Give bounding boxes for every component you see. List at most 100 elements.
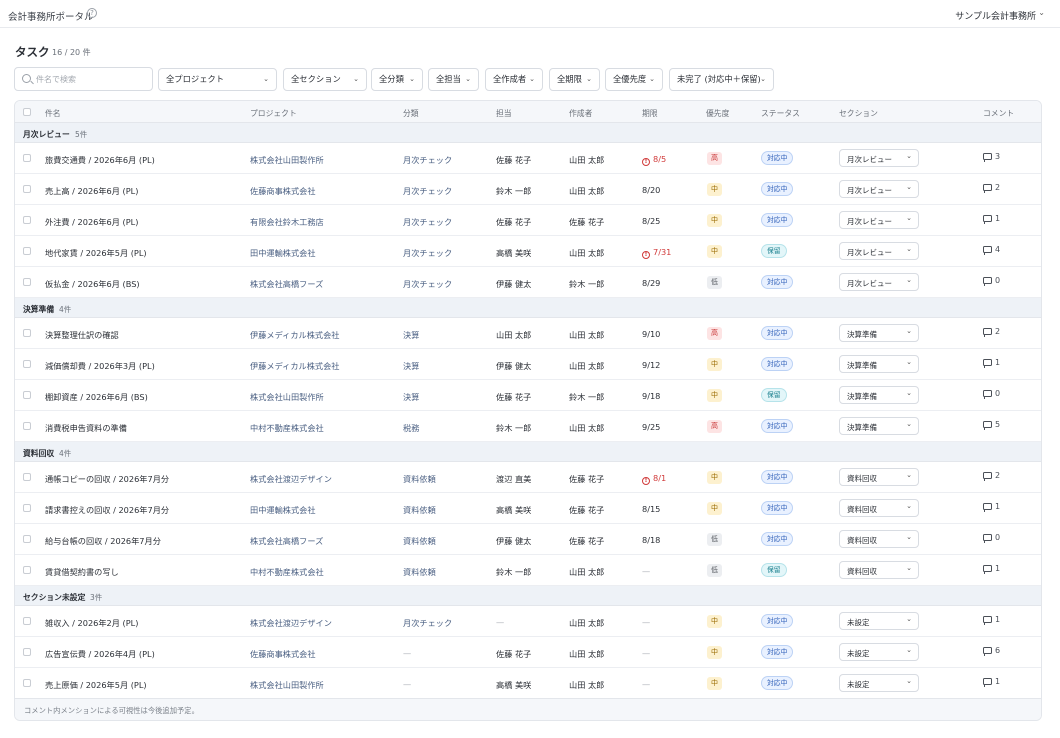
comment-count[interactable]: 2 xyxy=(983,327,1000,337)
column-header-name[interactable]: 件名 xyxy=(45,108,61,119)
section-select[interactable]: 月次レビュー ⌄ xyxy=(839,211,919,229)
project-link[interactable]: 株式会社山田製作所 xyxy=(250,679,324,691)
group-header[interactable]: セクション未設定 3件 xyxy=(15,586,1041,606)
project-link[interactable]: 株式会社渡辺デザイン xyxy=(250,617,332,629)
table-row[interactable]: 請求書控えの回収 / 2026年7月分 田中運輸株式会社 資料依頼 高橋 美咲 佐藤 花… xyxy=(15,493,1041,524)
task-name[interactable]: 決算整理仕訳の確認 xyxy=(45,329,119,341)
task-name[interactable]: 請求書控えの回収 / 2026年7月分 xyxy=(45,504,169,516)
section-select[interactable]: 決算準備 ⌄ xyxy=(839,386,919,404)
project-link[interactable]: 株式会社高橋フーズ xyxy=(250,278,323,290)
task-name[interactable]: 外注費 / 2026年6月 (PL) xyxy=(45,216,138,228)
project-link[interactable]: 株式会社高橋フーズ xyxy=(250,535,323,547)
status-badge[interactable]: 対応中 xyxy=(761,151,794,165)
project-link[interactable]: 有限会社鈴木工務店 xyxy=(250,216,324,228)
table-row[interactable]: 消費税申告資料の準備 中村不動産株式会社 税務 鈴木 一郎 山田 太郎 9/25 高 対応中 決… xyxy=(15,411,1041,442)
comment-count[interactable]: 1 xyxy=(983,564,1000,574)
group-header[interactable]: 月次レビュー 5件 xyxy=(15,123,1041,143)
table-row[interactable]: 決算整理仕訳の確認 伊藤メディカル株式会社 決算 山田 太郎 山田 太郎 9/10 高 対応中… xyxy=(15,318,1041,349)
column-header-status[interactable]: ステータス xyxy=(761,108,800,119)
row-checkbox[interactable] xyxy=(23,247,31,255)
comment-count[interactable]: 5 xyxy=(983,420,1000,430)
comment-count[interactable]: 4 xyxy=(983,245,1000,255)
group-header[interactable]: 資料回収 4件 xyxy=(15,442,1041,462)
table-row[interactable]: 減価償却費 / 2026年3月 (PL) 伊藤メディカル株式会社 決算 伊藤 健太 山田… xyxy=(15,349,1041,380)
row-checkbox[interactable] xyxy=(23,391,31,399)
column-header-section[interactable]: セクション xyxy=(839,108,878,119)
status-badge[interactable]: 対応中 xyxy=(761,501,794,515)
section-select[interactable]: 未設定 ⌄ xyxy=(839,643,919,661)
help-icon[interactable]: ? xyxy=(87,8,97,18)
comment-count[interactable]: 6 xyxy=(983,646,1000,656)
column-header-due[interactable]: 期限 xyxy=(642,108,658,119)
status-badge[interactable]: 対応中 xyxy=(761,532,794,546)
search-input[interactable] xyxy=(36,73,146,86)
section-select[interactable]: 資料回収 ⌄ xyxy=(839,468,919,486)
project-link[interactable]: 田中運輸株式会社 xyxy=(250,247,316,259)
task-name[interactable]: 雑収入 / 2026年2月 (PL) xyxy=(45,617,138,629)
comment-count[interactable]: 1 xyxy=(983,502,1000,512)
filter-dropdown[interactable]: 全分類 ⌄ xyxy=(371,68,423,91)
task-name[interactable]: 通帳コピーの回収 / 2026年7月分 xyxy=(45,473,169,485)
project-link[interactable]: 株式会社山田製作所 xyxy=(250,154,324,166)
row-checkbox[interactable] xyxy=(23,185,31,193)
section-select[interactable]: 決算準備 ⌄ xyxy=(839,417,919,435)
row-checkbox[interactable] xyxy=(23,360,31,368)
comment-count[interactable]: 1 xyxy=(983,677,1000,687)
comment-count[interactable]: 1 xyxy=(983,214,1000,224)
search-box[interactable] xyxy=(14,67,153,91)
row-checkbox[interactable] xyxy=(23,617,31,625)
table-row[interactable]: 外注費 / 2026年6月 (PL) 有限会社鈴木工務店 月次チェック 佐藤 花子 佐藤… xyxy=(15,205,1041,236)
row-checkbox[interactable] xyxy=(23,278,31,286)
column-header-author[interactable]: 作成者 xyxy=(569,108,592,119)
status-badge[interactable]: 対応中 xyxy=(761,470,794,484)
group-header[interactable]: 決算準備 4件 xyxy=(15,298,1041,318)
section-select[interactable]: 決算準備 ⌄ xyxy=(839,324,919,342)
table-row[interactable]: 通帳コピーの回収 / 2026年7月分 株式会社渡辺デザイン 資料依頼 渡辺 直美 佐藤… xyxy=(15,462,1041,493)
comment-count[interactable]: 2 xyxy=(983,183,1000,193)
row-checkbox[interactable] xyxy=(23,422,31,430)
row-checkbox[interactable] xyxy=(23,648,31,656)
table-row[interactable]: 売上原価 / 2026年5月 (PL) 株式会社山田製作所 — 高橋 美咲 山田 太郎 —… xyxy=(15,668,1041,699)
task-name[interactable]: 地代家賃 / 2026年5月 (PL) xyxy=(45,247,147,259)
table-row[interactable]: 仮払金 / 2026年6月 (BS) 株式会社高橋フーズ 月次チェック 伊藤 健太 鈴木… xyxy=(15,267,1041,298)
row-checkbox[interactable] xyxy=(23,504,31,512)
status-badge[interactable]: 対応中 xyxy=(761,357,794,371)
filter-dropdown[interactable]: 全プロジェクト ⌄ xyxy=(158,68,277,91)
task-name[interactable]: 旅費交通費 / 2026年6月 (PL) xyxy=(45,154,155,166)
table-row[interactable]: 広告宣伝費 / 2026年4月 (PL) 佐藤商事株式会社 — 佐藤 花子 山田 太郎 —… xyxy=(15,637,1041,668)
status-badge[interactable]: 保留 xyxy=(761,563,787,577)
status-badge[interactable]: 対応中 xyxy=(761,326,794,340)
status-badge[interactable]: 対応中 xyxy=(761,213,794,227)
table-row[interactable]: 地代家賃 / 2026年5月 (PL) 田中運輸株式会社 月次チェック 高橋 美咲 山田… xyxy=(15,236,1041,267)
section-select[interactable]: 未設定 ⌄ xyxy=(839,612,919,630)
section-select[interactable]: 月次レビュー ⌄ xyxy=(839,149,919,167)
comment-count[interactable]: 0 xyxy=(983,276,1000,286)
section-select[interactable]: 未設定 ⌄ xyxy=(839,674,919,692)
comment-count[interactable]: 1 xyxy=(983,615,1000,625)
row-checkbox[interactable] xyxy=(23,216,31,224)
comment-count[interactable]: 0 xyxy=(983,389,1000,399)
comment-count[interactable]: 0 xyxy=(983,533,1000,543)
task-name[interactable]: 売上高 / 2026年6月 (PL) xyxy=(45,185,138,197)
select-all-checkbox[interactable] xyxy=(23,108,31,116)
project-link[interactable]: 株式会社山田製作所 xyxy=(250,391,324,403)
filter-dropdown[interactable]: 未完了 (対応中＋保留) ⌄ xyxy=(669,68,774,91)
status-badge[interactable]: 対応中 xyxy=(761,275,794,289)
table-row[interactable]: 棚卸資産 / 2026年6月 (BS) 株式会社山田製作所 決算 佐藤 花子 鈴木 一郎… xyxy=(15,380,1041,411)
column-header-comments[interactable]: コメント xyxy=(983,108,1014,119)
task-name[interactable]: 棚卸資産 / 2026年6月 (BS) xyxy=(45,391,148,403)
task-name[interactable]: 広告宣伝費 / 2026年4月 (PL) xyxy=(45,648,155,660)
status-badge[interactable]: 対応中 xyxy=(761,676,794,690)
row-checkbox[interactable] xyxy=(23,535,31,543)
project-link[interactable]: 佐藤商事株式会社 xyxy=(250,648,316,660)
row-checkbox[interactable] xyxy=(23,566,31,574)
filter-dropdown[interactable]: 全期限 ⌄ xyxy=(549,68,600,91)
project-link[interactable]: 伊藤メディカル株式会社 xyxy=(250,329,340,341)
table-row[interactable]: 給与台帳の回収 / 2026年7月分 株式会社高橋フーズ 資料依頼 伊藤 健太 佐藤 花… xyxy=(15,524,1041,555)
task-name[interactable]: 消費税申告資料の準備 xyxy=(45,422,127,434)
row-checkbox[interactable] xyxy=(23,473,31,481)
section-select[interactable]: 月次レビュー ⌄ xyxy=(839,180,919,198)
table-row[interactable]: 雑収入 / 2026年2月 (PL) 株式会社渡辺デザイン 月次チェック — 山田 太郎… xyxy=(15,606,1041,637)
project-link[interactable]: 伊藤メディカル株式会社 xyxy=(250,360,340,372)
status-badge[interactable]: 保留 xyxy=(761,388,787,402)
